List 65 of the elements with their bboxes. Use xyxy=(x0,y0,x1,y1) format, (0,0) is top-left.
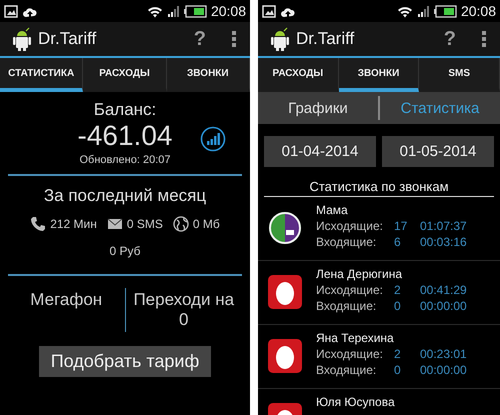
robot-icon xyxy=(270,27,290,51)
tab[interactable]: СТАТИСТИКА xyxy=(0,58,84,92)
call-duration: 01:07:37 xyxy=(420,219,467,233)
contact-name: Лена Дерюгина xyxy=(316,267,404,281)
robot-icon xyxy=(12,27,32,51)
contact-name: Мама xyxy=(316,203,349,217)
updated-time: Обновлено: 20:07 xyxy=(79,154,170,166)
call-duration: 00:00:00 xyxy=(420,363,467,377)
call-type-label: Входящие: xyxy=(316,363,378,377)
date-button[interactable]: 01-05-2014 xyxy=(382,136,494,167)
call-type-label: Исходящие: xyxy=(316,219,384,233)
call-type-label: Входящие: xyxy=(316,235,378,249)
envelope-icon xyxy=(106,216,123,232)
call-count: 2 xyxy=(394,347,402,361)
operator-name: Мегафон xyxy=(29,289,104,310)
clock: 20:08 xyxy=(210,3,246,19)
egg-logo-icon xyxy=(268,339,302,373)
picture-icon xyxy=(262,4,276,18)
pick-tariff-button[interactable]: Подобрать тариф xyxy=(38,346,212,377)
battery-icon xyxy=(434,4,457,18)
battery-icon xyxy=(184,4,207,18)
call-duration: 00:41:29 xyxy=(420,283,467,297)
phone-icon xyxy=(30,216,46,232)
usage-value: 0 Мб xyxy=(192,217,220,231)
app-title: Dr.Tariff xyxy=(38,29,96,49)
balance-value: -461.04 xyxy=(78,120,172,152)
call-type-label: Исходящие: xyxy=(316,347,384,361)
contact-name: Яна Терехина xyxy=(316,331,395,345)
cost-value: 0 Руб xyxy=(109,244,141,258)
globe-icon xyxy=(172,216,189,232)
tab[interactable]: ЗВОНКИ xyxy=(166,58,250,92)
picture-icon xyxy=(4,4,18,18)
call-count: 6 xyxy=(394,235,402,249)
section-title: За последний месяц xyxy=(44,186,206,206)
bar-chart-icon xyxy=(200,126,226,152)
call-type-label: Входящие: xyxy=(316,299,378,313)
call-type-label: Исходящие: xyxy=(316,283,384,297)
signal-icon xyxy=(166,4,180,18)
call-duration: 00:23:01 xyxy=(420,347,467,361)
call-duration: 00:03:16 xyxy=(420,235,467,249)
call-count: 2 xyxy=(394,283,402,297)
signal-icon xyxy=(416,4,430,18)
section-title: Статистика по звонкам xyxy=(264,179,494,197)
egg-logo-icon xyxy=(268,275,302,309)
wifi-icon xyxy=(396,4,413,18)
help-button[interactable]: ? xyxy=(180,28,220,50)
globe-logo-icon xyxy=(268,211,302,245)
segment-tab[interactable]: Графики xyxy=(258,96,380,120)
call-duration: 00:00:00 xyxy=(420,299,467,313)
app-title: Dr.Tariff xyxy=(296,29,354,49)
wifi-icon xyxy=(146,4,163,18)
help-button[interactable]: ? xyxy=(430,28,470,50)
call-count: 0 xyxy=(394,299,402,313)
balance-label: Баланс: xyxy=(94,100,156,120)
tab[interactable]: РАСХОДЫ xyxy=(83,58,167,92)
call-count: 0 xyxy=(394,363,402,377)
date-button[interactable]: 01-04-2014 xyxy=(264,136,376,167)
call-count: 17 xyxy=(394,219,408,233)
transfers-value: 0 xyxy=(178,310,190,330)
usage-value: 0 SMS xyxy=(126,217,163,231)
contact-name: Юля Юсупова xyxy=(316,395,395,409)
usage-value: 212 Мин xyxy=(50,217,97,231)
segment-tab[interactable]: Статистика xyxy=(380,96,500,120)
clock: 20:08 xyxy=(460,3,496,19)
transfers-label: Переходи на xyxy=(132,290,236,310)
